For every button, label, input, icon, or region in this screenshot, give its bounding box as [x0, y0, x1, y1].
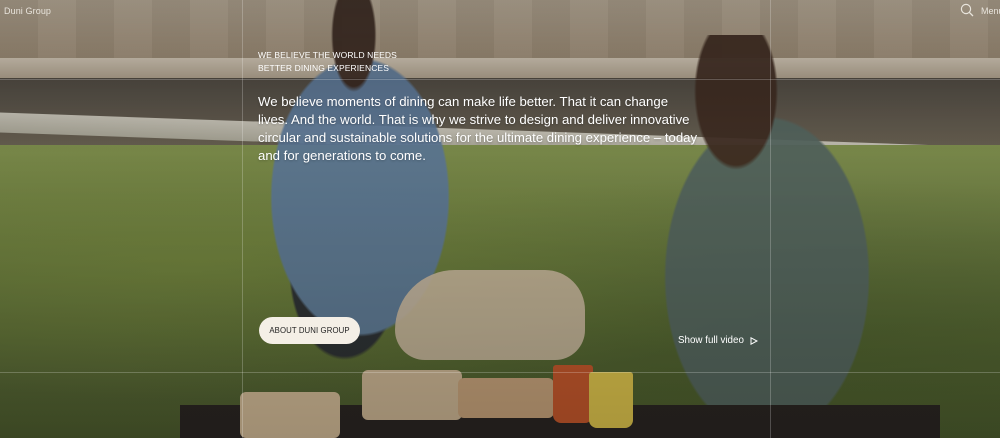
video-link-label: Show full video	[678, 335, 744, 346]
play-icon	[750, 336, 758, 345]
hero-section: Duni Group Menu WE BELIEVE THE WORLD NEE…	[0, 0, 1000, 438]
grid-line	[0, 79, 1000, 80]
about-duni-group-button[interactable]: ABOUT DUNI GROUP	[259, 317, 360, 344]
brand-logo-link[interactable]: Duni Group	[4, 6, 51, 16]
hero-eyebrow: WE BELIEVE THE WORLD NEEDS BETTER DINING…	[258, 50, 397, 73]
about-button-label: ABOUT DUNI GROUP	[269, 326, 350, 335]
hero-lead-text: We believe moments of dining can make li…	[258, 94, 698, 163]
grid-line	[0, 372, 1000, 373]
search-icon[interactable]	[960, 3, 974, 17]
show-full-video-link[interactable]: Show full video	[678, 335, 758, 346]
menu-button[interactable]: Menu	[981, 6, 1000, 16]
